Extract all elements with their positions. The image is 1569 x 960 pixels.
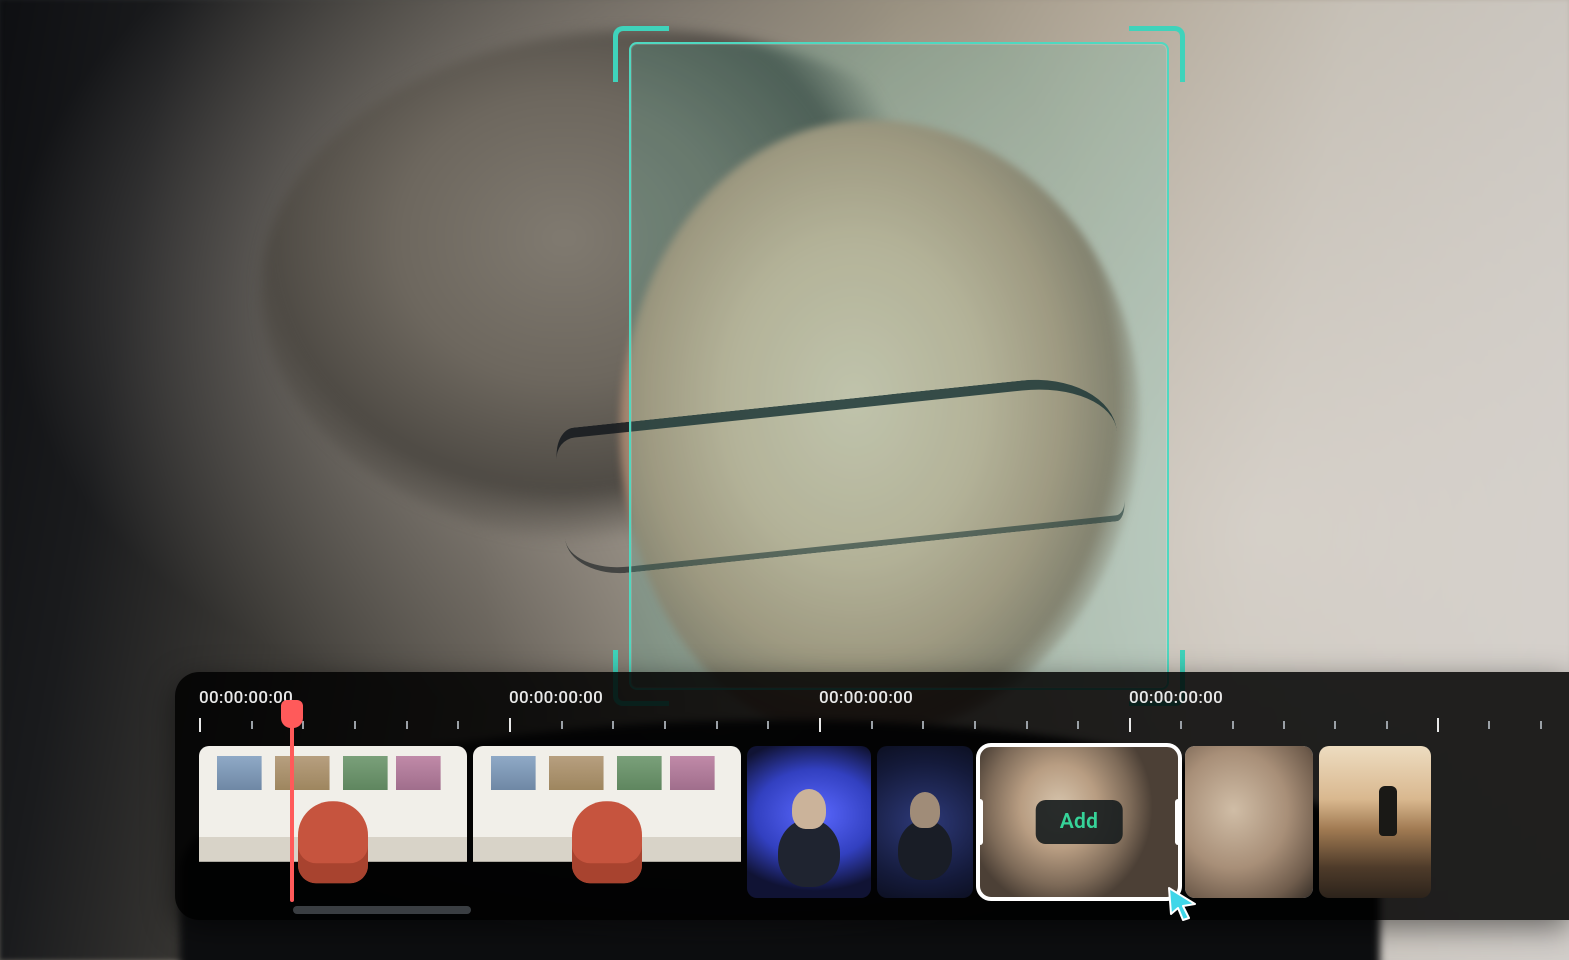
crop-handle-top-left[interactable] bbox=[613, 26, 669, 82]
ruler-tick-major bbox=[1129, 718, 1131, 732]
ruler-tick-minor bbox=[406, 721, 408, 729]
clip-clip-5[interactable]: Add bbox=[979, 746, 1179, 898]
ruler-tick-minor bbox=[457, 721, 459, 729]
ruler-tick-minor bbox=[922, 721, 924, 729]
ruler-tick-major bbox=[1437, 718, 1439, 732]
ruler-tick-major bbox=[509, 718, 511, 732]
ruler-tick-minor bbox=[664, 721, 666, 729]
ruler-tick-major bbox=[819, 718, 821, 732]
ruler-tick-minor bbox=[974, 721, 976, 729]
add-button[interactable]: Add bbox=[1036, 800, 1123, 844]
ruler-timecode: 00:00:00:00 bbox=[199, 688, 293, 708]
ruler-tick-minor bbox=[767, 721, 769, 729]
clip-thumbnail bbox=[877, 746, 973, 898]
clip-clip-3[interactable] bbox=[747, 746, 871, 898]
ruler-tick-minor bbox=[716, 721, 718, 729]
ruler-tick-minor bbox=[251, 721, 253, 729]
ruler-tick-minor bbox=[1488, 721, 1490, 729]
face-tracking-box[interactable] bbox=[629, 42, 1169, 690]
clip-clip-6[interactable] bbox=[1185, 746, 1313, 898]
ruler-timecode: 00:00:00:00 bbox=[509, 688, 603, 708]
timeline-ruler[interactable]: 00:00:00:00 00:00:00:00 00:00:00:00 00:00:0… bbox=[199, 686, 1569, 736]
ruler-tick-minor bbox=[1077, 721, 1079, 729]
clip-thumbnail bbox=[1319, 746, 1431, 898]
clip-trim-handle-left[interactable] bbox=[979, 799, 983, 845]
timeline-scrollbar[interactable] bbox=[293, 906, 471, 914]
ruler-tick-minor bbox=[1334, 721, 1336, 729]
ruler-tick-minor bbox=[1540, 721, 1542, 729]
ruler-tick-minor bbox=[1026, 721, 1028, 729]
clip-thumbnail bbox=[473, 746, 741, 898]
ruler-timecode: 00:00:00:00 bbox=[819, 688, 913, 708]
clip-clip-2[interactable] bbox=[473, 746, 741, 898]
ruler-tick-minor bbox=[354, 721, 356, 729]
ruler-tick-minor bbox=[1386, 721, 1388, 729]
clip-thumbnail bbox=[1185, 746, 1313, 898]
crop-handle-top-right[interactable] bbox=[1129, 26, 1185, 82]
ruler-tick-minor bbox=[1283, 721, 1285, 729]
ruler-tick-minor bbox=[1232, 721, 1234, 729]
clip-strip[interactable]: Add bbox=[199, 746, 1545, 898]
clip-clip-1[interactable] bbox=[199, 746, 467, 898]
clip-clip-7[interactable] bbox=[1319, 746, 1431, 898]
clip-thumbnail bbox=[199, 746, 467, 898]
clip-thumbnail bbox=[747, 746, 871, 898]
ruler-tick-minor bbox=[612, 721, 614, 729]
clip-trim-handle-right[interactable] bbox=[1175, 799, 1179, 845]
ruler-tick-minor bbox=[1180, 721, 1182, 729]
ruler-tick-minor bbox=[871, 721, 873, 729]
timeline-panel: 00:00:00:00 00:00:00:00 00:00:00:00 00:00:0… bbox=[175, 672, 1569, 920]
clip-clip-4[interactable] bbox=[877, 746, 973, 898]
ruler-timecode: 00:00:00:00 bbox=[1129, 688, 1223, 708]
video-preview-viewport: 00:00:00:00 00:00:00:00 00:00:00:00 00:00:0… bbox=[0, 0, 1569, 960]
ruler-tick-minor bbox=[302, 721, 304, 729]
ruler-tick-major bbox=[199, 718, 201, 732]
ruler-tick-minor bbox=[561, 721, 563, 729]
